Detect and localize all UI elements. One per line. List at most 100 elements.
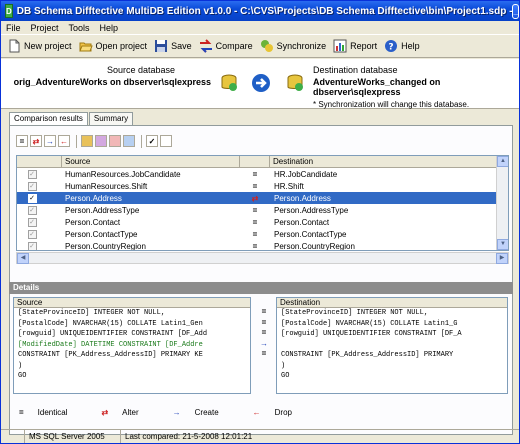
row-source-cell: HumanResources.Shift <box>65 181 148 191</box>
alter-icon: ⇄ <box>101 407 109 417</box>
tab-summary[interactable]: Summary <box>88 112 134 126</box>
database-header: Source database orig_AdventureWorks on d… <box>1 59 519 109</box>
details-source-code[interactable]: [StateProvinceID] INTEGER NOT NULL, [Post… <box>14 308 250 382</box>
floppy-disk-icon <box>155 40 168 52</box>
checkbox-icon[interactable]: ✓ <box>27 169 37 179</box>
row-operation-cell: = <box>252 169 258 179</box>
synchronize-icon <box>260 40 273 52</box>
help-button[interactable]: ? Help <box>384 36 420 56</box>
save-button[interactable]: Save <box>154 36 192 56</box>
compare-arrows-icon <box>199 39 212 53</box>
uncheck-all-button[interactable] <box>160 135 172 147</box>
grid-header: Source Destination <box>17 156 508 168</box>
row-operation-cell: = <box>252 241 258 251</box>
diff-mark <box>254 360 274 371</box>
checkbox-icon[interactable]: ✓ <box>27 229 37 239</box>
functions-filter-icon[interactable] <box>123 135 135 147</box>
grid-horizontal-scrollbar[interactable]: ◀ ▶ <box>16 252 509 264</box>
code-line: [StateProvinceID] INTEGER NOT NULL, <box>18 309 166 317</box>
grid-header-source[interactable]: Source <box>62 156 240 167</box>
diff-mark: = <box>261 317 267 327</box>
checkbox-icon[interactable]: ✓ <box>27 193 37 203</box>
grid-header-destination[interactable]: Destination <box>270 156 508 167</box>
diff-mark: = <box>261 349 267 358</box>
row-checkbox[interactable]: ✓ <box>25 193 39 203</box>
code-line: [ModifiedDate] DATETIME CONSTRAINT [DF_A… <box>18 340 203 349</box>
scroll-right-icon[interactable]: ▶ <box>496 253 508 264</box>
filter-drop-button[interactable]: ← <box>58 135 70 147</box>
checkbox-icon[interactable]: ✓ <box>27 181 37 191</box>
status-bar: MS SQL Server 2005 Last compared: 21-5-2… <box>1 429 519 443</box>
destination-database-title: Destination database <box>313 65 398 75</box>
row-source-cell: Person.Address <box>65 193 122 203</box>
row-checkbox[interactable]: ✓ <box>25 169 39 179</box>
legend-drop: ← Drop <box>252 407 292 417</box>
source-database-icon[interactable] <box>219 73 239 93</box>
row-source-cell: Person.AddressType <box>65 205 140 215</box>
scroll-track[interactable] <box>497 167 508 239</box>
source-database-title: Source database <box>106 65 176 75</box>
menu-help[interactable]: Help <box>95 23 124 33</box>
open-project-button[interactable]: Open project <box>78 36 147 56</box>
new-project-button[interactable]: New project <box>7 36 72 56</box>
row-source-cell: Person.Contact <box>65 217 121 227</box>
code-line: CONSTRAINT [PK_Address_AddressID] PRIMAR… <box>281 351 454 359</box>
toolbar-separator <box>141 134 142 148</box>
row-checkbox[interactable]: ✓ <box>25 217 39 227</box>
scroll-left-icon[interactable]: ◀ <box>17 253 29 264</box>
destination-database-icon[interactable] <box>285 73 305 93</box>
minimize-button[interactable]: _ <box>512 3 519 19</box>
table-row[interactable]: ✓ Person.Contact = Person.Contact <box>17 216 508 228</box>
grid-header-blank <box>17 156 62 167</box>
details-destination-code[interactable]: [StateProvinceID] INTEGER NOT NULL, [Post… <box>277 308 507 382</box>
filter-alter-button[interactable]: ⇄ <box>30 135 42 147</box>
scroll-up-icon[interactable]: ▲ <box>497 156 508 167</box>
comparison-grid: Source Destination ✓ HumanResources.JobCa… <box>16 155 509 251</box>
grid-vertical-scrollbar[interactable]: ▲ ▼ <box>496 156 508 250</box>
destination-database-info: Destination database AdventureWorks_chan… <box>313 65 513 109</box>
table-row[interactable]: ✓ HumanResources.JobCandidate = HR.JobCandi… <box>17 168 508 180</box>
synchronize-button[interactable]: Synchronize <box>260 36 326 56</box>
diff-mark: → <box>260 338 268 348</box>
tab-comparison-results[interactable]: Comparison results <box>9 112 88 126</box>
identical-icon: = <box>19 407 24 417</box>
row-checkbox[interactable]: ✓ <box>25 241 39 250</box>
check-all-button[interactable]: ✓ <box>146 135 158 147</box>
menu-file[interactable]: File <box>1 23 26 33</box>
status-last-compared: Last compared: 21-5-2008 12:01:21 <box>125 432 253 441</box>
scroll-down-icon[interactable]: ▼ <box>497 239 508 250</box>
table-row[interactable]: ✓ Person.ContactType = Person.ContactType <box>17 228 508 240</box>
sync-warning-note: * Synchronization will change this datab… <box>313 100 470 109</box>
create-icon: → <box>172 407 181 417</box>
code-line: [PostalCode] NVARCHAR(15) COLLATE Latin1… <box>18 319 203 328</box>
destination-database-value: AdventureWorks_changed on dbserver\sqlex… <box>313 77 441 97</box>
sync-direction-arrow-icon <box>252 74 270 92</box>
drop-icon: ← <box>252 407 261 417</box>
checkbox-icon[interactable]: ✓ <box>27 241 37 250</box>
checkbox-icon[interactable]: ✓ <box>27 217 37 227</box>
checkbox-icon[interactable]: ✓ <box>27 205 37 215</box>
row-destination-cell: Person.Address <box>274 193 331 203</box>
table-row[interactable]: ✓ Person.Address ⇄ Person.Address <box>17 192 508 204</box>
details-title: Details <box>9 282 513 294</box>
report-button[interactable]: Report <box>333 36 377 56</box>
row-checkbox[interactable]: ✓ <box>25 229 39 239</box>
row-destination-cell: Person.CountryRegion <box>274 241 355 251</box>
views-filter-icon[interactable] <box>95 135 107 147</box>
row-source-cell: Person.CountryRegion <box>65 241 146 251</box>
filter-create-button[interactable]: → <box>44 135 56 147</box>
table-row[interactable]: ✓ HumanResources.Shift = HR.Shift <box>17 180 508 192</box>
code-line: GO <box>281 372 290 380</box>
table-row[interactable]: ✓ Person.CountryRegion = Person.CountryRegi… <box>17 240 508 251</box>
table-row[interactable]: ✓ Person.AddressType = Person.AddressType <box>17 204 508 216</box>
row-checkbox[interactable]: ✓ <box>25 205 39 215</box>
diff-mark <box>254 370 274 381</box>
menu-project[interactable]: Project <box>26 23 64 33</box>
procedures-filter-icon[interactable] <box>109 135 121 147</box>
menu-tools[interactable]: Tools <box>64 23 95 33</box>
compare-button[interactable]: Compare <box>199 36 253 56</box>
row-checkbox[interactable]: ✓ <box>25 181 39 191</box>
tables-filter-icon[interactable] <box>81 135 93 147</box>
row-operation-cell: ⇄ <box>251 193 259 203</box>
filter-identical-button[interactable]: = <box>16 135 28 147</box>
